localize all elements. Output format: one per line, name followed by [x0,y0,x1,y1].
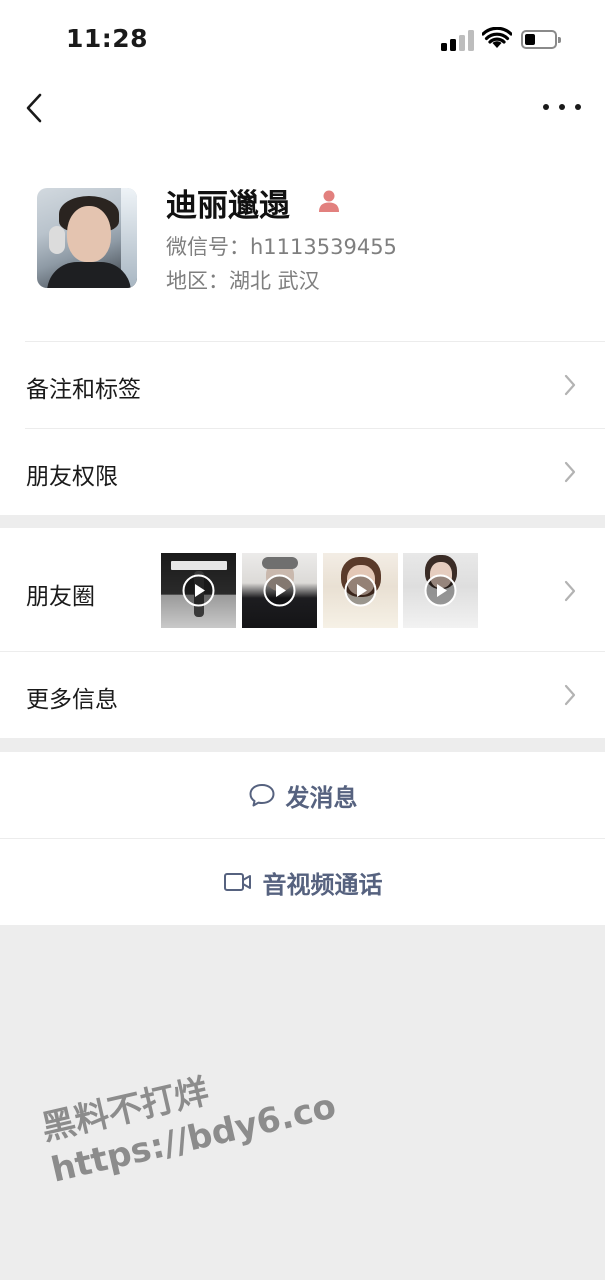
friend-permissions-row[interactable]: 朋友权限 [0,429,605,515]
chevron-right-icon [564,684,576,706]
send-message-button[interactable]: 发消息 [0,752,605,838]
play-icon [263,574,296,607]
contact-name: 迪丽邋遢 [166,188,290,224]
more-icon [543,104,581,110]
send-message-label: 发消息 [285,783,358,812]
more-button[interactable] [540,92,584,122]
audio-video-call-label: 音视频通话 [262,870,383,899]
remarks-tags-label: 备注和标签 [26,377,141,403]
play-icon [344,574,377,607]
back-icon [26,93,42,123]
moments-thumbnail[interactable] [403,553,478,628]
chevron-right-icon [564,461,576,483]
play-icon [182,574,215,607]
moments-thumbnail[interactable] [161,553,236,628]
friend-permissions-label: 朋友权限 [26,464,118,490]
person-icon [319,190,339,212]
avatar[interactable] [37,188,137,288]
wechat-id: 微信号：h1113539455 [166,235,397,259]
audio-video-call-button[interactable]: 音视频通话 [0,839,605,925]
watermark: 黑料不打烊 https://bdy6.co [36,1037,340,1191]
status-time: 11:28 [66,24,149,53]
message-icon [249,784,274,807]
contact-profile-screen: 11:28 迪丽邋遢 微信号：h1113539455 地区：湖北 武汉 备注和标… [0,0,605,1280]
chevron-right-icon [564,374,576,396]
more-info-row[interactable]: 更多信息 [0,652,605,738]
video-call-icon [223,873,251,891]
moments-label: 朋友圈 [26,584,95,610]
section-gap [0,738,605,752]
moments-thumbnail[interactable] [242,553,317,628]
remarks-tags-row[interactable]: 备注和标签 [0,342,605,428]
play-icon [424,574,457,607]
battery-icon [521,30,561,49]
more-info-label: 更多信息 [26,687,118,713]
section-gap [0,515,605,528]
wifi-icon [482,27,512,48]
chevron-right-icon [564,580,576,602]
back-button[interactable] [18,88,54,128]
cellular-signal-icon [441,29,475,51]
status-bar: 11:28 [0,0,605,80]
moments-thumbnail[interactable] [323,553,398,628]
region: 地区：湖北 武汉 [166,269,320,293]
